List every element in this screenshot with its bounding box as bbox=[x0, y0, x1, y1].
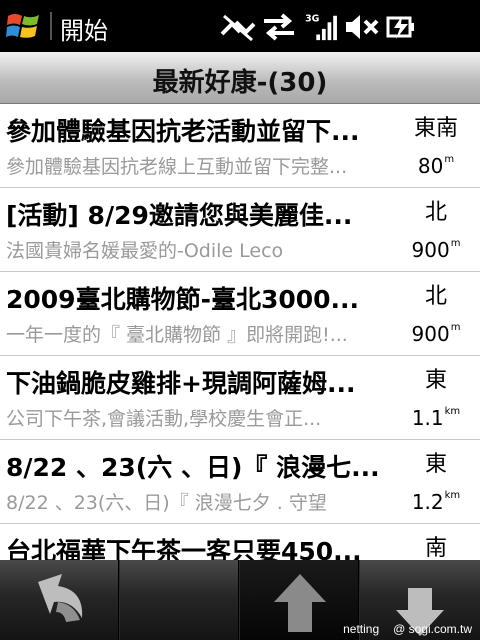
item-distance: 1.1km bbox=[406, 406, 466, 430]
item-title: 2009臺北購物節-臺北3000... bbox=[6, 285, 360, 314]
item-direction: 北 bbox=[424, 284, 447, 309]
distance-unit: m bbox=[450, 322, 461, 333]
item-direction: 南 bbox=[424, 536, 447, 560]
deals-list[interactable]: 參加體驗基因抗老活動並留下... 參加體驗基因抗老線上互動並留下完整... 東南… bbox=[0, 104, 480, 560]
empty-button[interactable] bbox=[120, 560, 239, 640]
bottom-toolbar: netting @ sogi.com.tw bbox=[0, 560, 480, 640]
item-subtitle: 公司下午茶,會議活動,學校慶生會正... bbox=[6, 408, 322, 430]
distance-unit: km bbox=[444, 406, 461, 417]
item-subtitle: 法國貴婦名媛最愛的-Odile Leco bbox=[6, 240, 284, 262]
sync-arrows-icon[interactable] bbox=[262, 12, 296, 42]
item-direction: 東南 bbox=[413, 116, 458, 141]
data-off-icon[interactable] bbox=[218, 12, 258, 42]
speaker-muted-icon[interactable] bbox=[344, 12, 380, 42]
item-direction: 北 bbox=[424, 200, 447, 225]
item-distance: 1.2km bbox=[406, 490, 466, 514]
item-subtitle: 8/22 、23(六、日)『 浪漫七夕 . 守望 bbox=[6, 492, 327, 514]
distance-unit: km bbox=[444, 490, 461, 501]
distance-value: 80 bbox=[417, 154, 444, 178]
item-distance: 900m bbox=[406, 322, 466, 346]
item-subtitle: 參加體驗基因抗老線上互動並留下完整... bbox=[6, 156, 348, 178]
status-bar: 開始 3G bbox=[0, 0, 480, 52]
list-item[interactable]: 下油鍋脆皮雞排+現調阿薩姆... 公司下午茶,會議活動,學校慶生會正... 東 … bbox=[0, 356, 480, 440]
back-button[interactable] bbox=[0, 560, 119, 640]
undo-arrow-icon bbox=[38, 574, 83, 622]
list-item[interactable]: 參加體驗基因抗老活動並留下... 參加體驗基因抗老線上互動並留下完整... 東南… bbox=[0, 104, 480, 188]
list-item[interactable]: [活動] 8/29邀請您與美麗佳... 法國貴婦名媛最愛的-Odile Leco… bbox=[0, 188, 480, 272]
list-item[interactable]: 2009臺北購物節-臺北3000... 一年一度的『 臺北購物節 』即將開跑!.… bbox=[0, 272, 480, 356]
item-title: 台北福華下午茶一客只要450... bbox=[6, 537, 362, 560]
windows-start-icon[interactable] bbox=[6, 10, 42, 42]
list-item[interactable]: 台北福華下午茶一客只要450... 南 bbox=[0, 524, 480, 560]
list-header: 最新好康-(30) bbox=[0, 52, 480, 104]
item-direction: 東 bbox=[424, 452, 447, 477]
item-title: 8/22 、23(六 、日)『 浪漫七... bbox=[6, 453, 380, 482]
status-separator bbox=[50, 12, 52, 40]
distance-unit: m bbox=[450, 238, 461, 249]
distance-value: 900 bbox=[411, 238, 450, 262]
watermark-right: @ sogi.com.tw bbox=[393, 622, 472, 636]
distance-value: 900 bbox=[411, 322, 450, 346]
item-distance: 900m bbox=[406, 238, 466, 262]
watermark-left: netting bbox=[343, 622, 380, 636]
item-title: 下油鍋脆皮雞排+現調阿薩姆... bbox=[6, 369, 356, 398]
3g-signal-icon[interactable]: 3G bbox=[304, 12, 338, 42]
watermark: netting @ sogi.com.tw bbox=[329, 622, 472, 636]
item-title: 參加體驗基因抗老活動並留下... bbox=[6, 117, 360, 146]
battery-charging-icon[interactable] bbox=[384, 12, 420, 42]
distance-unit: m bbox=[444, 154, 455, 165]
page-title: 最新好康-(30) bbox=[152, 68, 328, 98]
distance-value: 1.2 bbox=[411, 490, 444, 514]
start-label[interactable]: 開始 bbox=[60, 11, 108, 46]
distance-value: 1.1 bbox=[411, 406, 444, 430]
item-direction: 東 bbox=[424, 368, 447, 393]
svg-text:3G: 3G bbox=[305, 13, 319, 24]
item-distance: 80m bbox=[406, 154, 466, 178]
list-item[interactable]: 8/22 、23(六 、日)『 浪漫七... 8/22 、23(六、日)『 浪漫… bbox=[0, 440, 480, 524]
item-subtitle: 一年一度的『 臺北購物節 』即將開跑!... bbox=[6, 324, 348, 346]
item-title: [活動] 8/29邀請您與美麗佳... bbox=[6, 201, 353, 230]
